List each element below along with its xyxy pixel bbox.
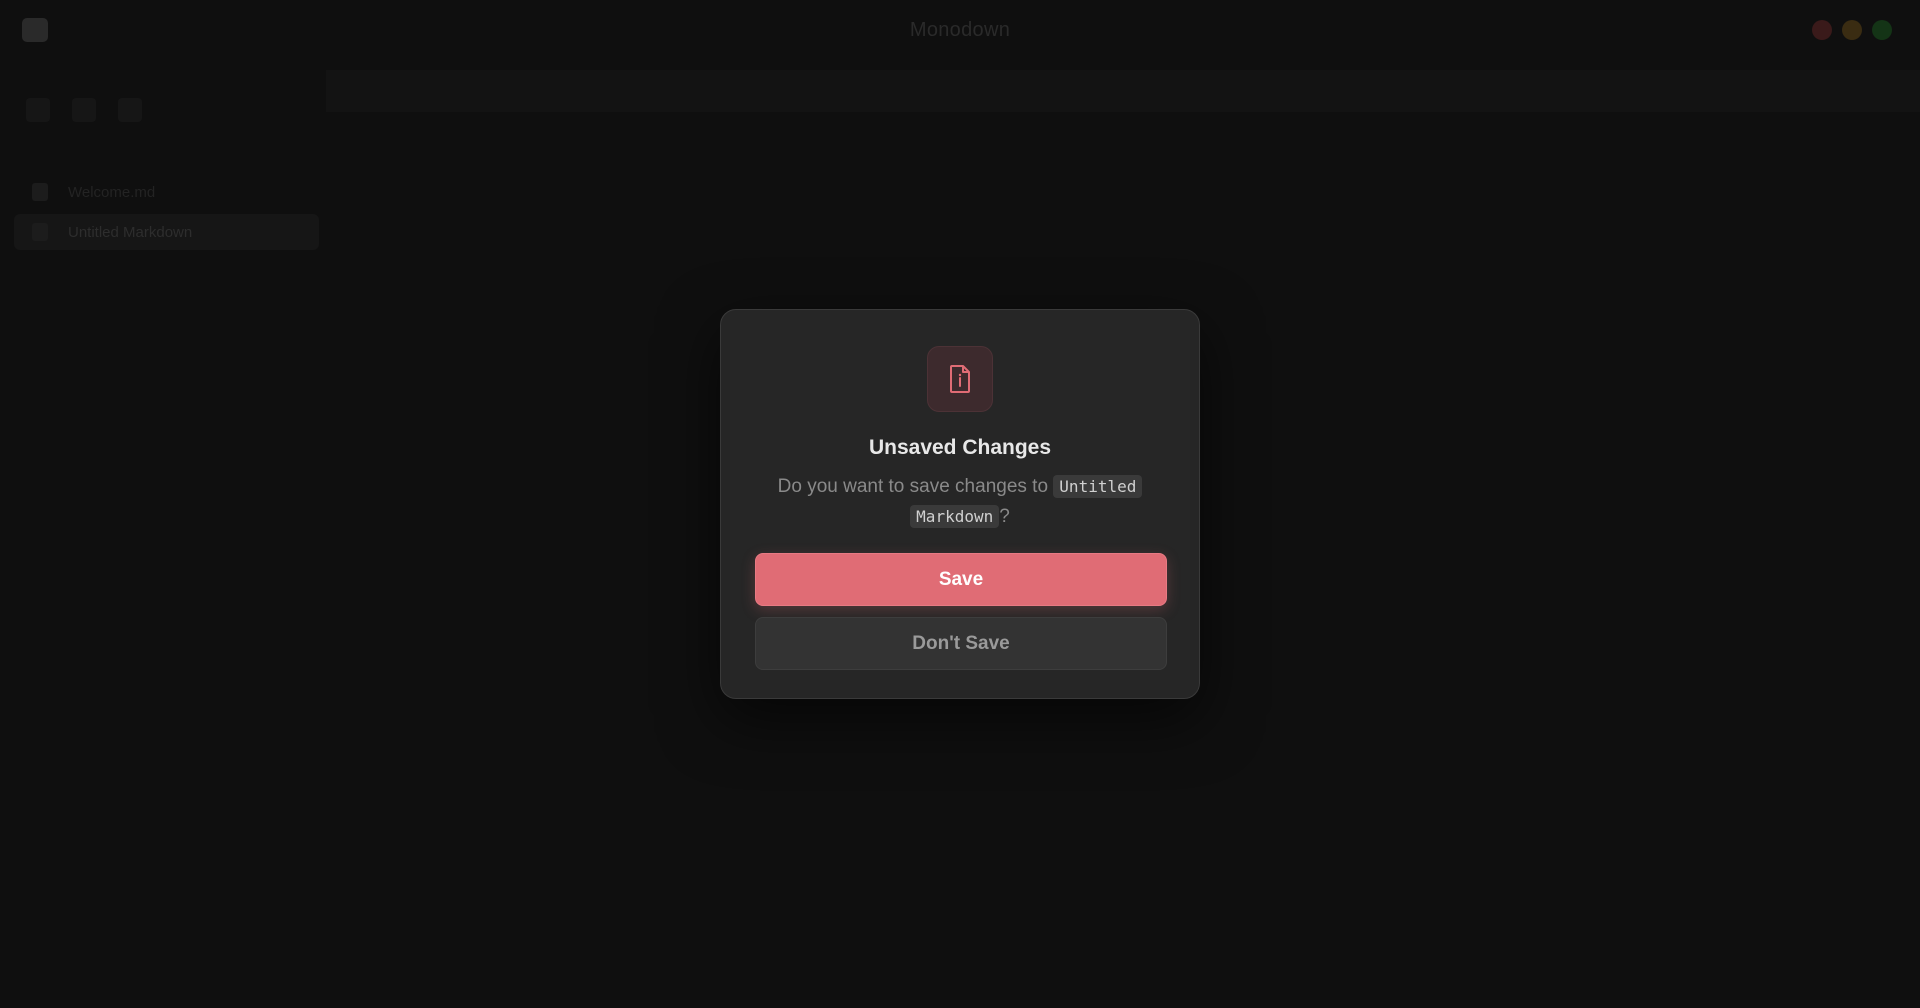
unsaved-changes-dialog: Unsaved Changes Do you want to save chan… (720, 309, 1200, 699)
dialog-message: Do you want to save changes to Untitled … (761, 472, 1159, 532)
dialog-title: Unsaved Changes (868, 436, 1052, 459)
file-name-part-1: Untitled (1053, 475, 1143, 498)
file-info-glyph (950, 365, 970, 393)
dialog-message-suffix: ? (999, 506, 1010, 527)
file-info-icon (927, 346, 993, 412)
app-window: Monodown Welcome.md Untitled Markdown Un… (0, 0, 1920, 1008)
save-button[interactable]: Save (755, 553, 1167, 606)
dialog-message-text: Do you want to save changes to (777, 476, 1049, 497)
dont-save-button[interactable]: Don't Save (755, 617, 1167, 670)
file-name-part-2: Markdown (910, 505, 1000, 528)
